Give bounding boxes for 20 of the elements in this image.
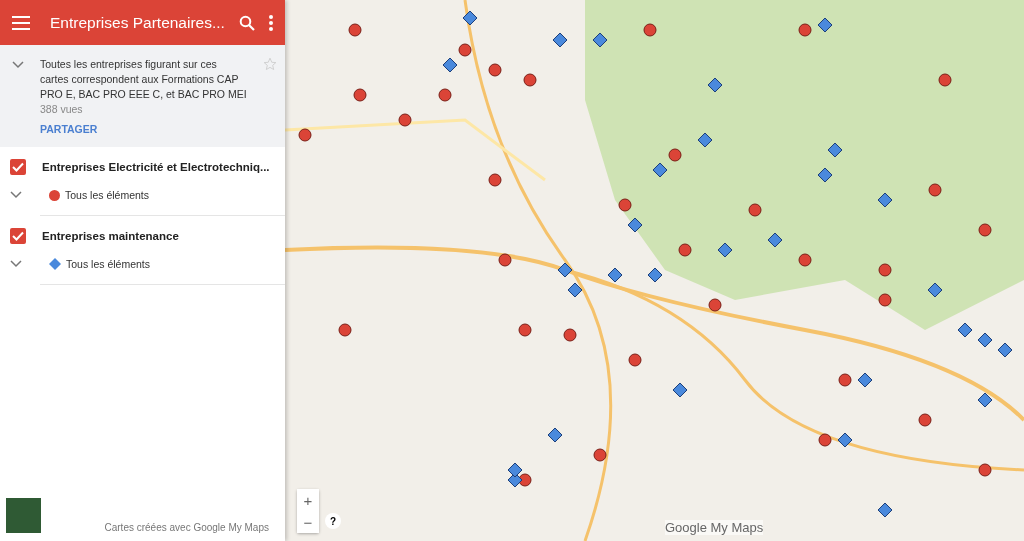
chevron-icon[interactable] [10, 260, 22, 268]
map-logo: Google My Maps [665, 520, 764, 535]
satellite-thumbnail[interactable] [6, 498, 41, 533]
credit-text: Cartes créées avec Google My Maps [104, 522, 269, 533]
layer-checkbox[interactable] [10, 159, 26, 175]
map-title: Entreprises Partenaires... [50, 13, 226, 32]
star-icon[interactable] [263, 57, 277, 71]
view-count: 388 vues [40, 103, 83, 115]
help-button[interactable]: ? [325, 513, 341, 529]
chevron-icon[interactable] [10, 191, 22, 199]
layer-title: Entreprises Electricité et Electrotechniq... [42, 161, 270, 173]
layer-checkbox[interactable] [10, 228, 26, 244]
map-description: Toutes les entreprises figurant sur ces cartes correspondent aux Formations CAP PRO E, BAC PRO EEE C, et BAC PRO MEI [40, 57, 247, 102]
share-link[interactable]: PARTAGER [40, 123, 98, 135]
layer-title: Entreprises maintenance [42, 230, 179, 242]
zoom-in-button[interactable]: + [297, 489, 319, 511]
legend-label[interactable]: Tous les éléments [65, 189, 150, 201]
chevron-icon[interactable] [12, 61, 24, 69]
zoom-out-button[interactable]: − [297, 511, 319, 533]
legend-label[interactable]: Tous les éléments [66, 258, 151, 270]
